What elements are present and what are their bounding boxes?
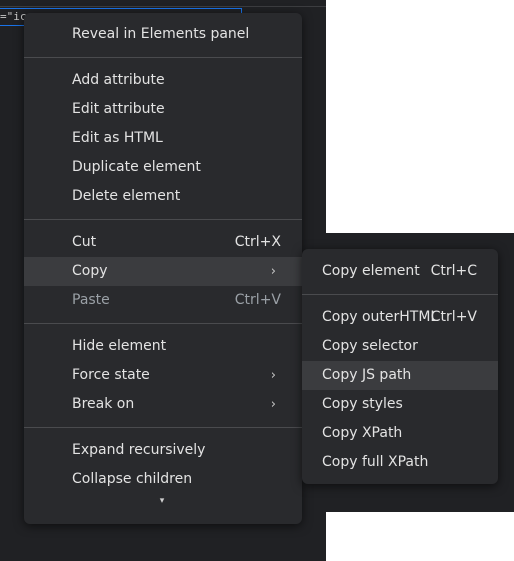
menu-item-label: Collapse children — [72, 471, 193, 487]
context-menu: Reveal in Elements panel Add attribute E… — [24, 13, 302, 524]
menu-item-expand-recursively[interactable]: Expand recursively — [24, 436, 302, 465]
menu-item-reveal-in-elements[interactable]: Reveal in Elements panel — [24, 20, 302, 49]
menu-item-label: Edit as HTML — [72, 130, 163, 146]
menu-item-copy-styles[interactable]: Copy styles — [302, 390, 498, 419]
menu-item-label: Duplicate element — [72, 159, 201, 175]
menu-item-label: Copy outerHTML — [322, 309, 439, 325]
panel-divider — [0, 6, 326, 7]
menu-item-label: Force state — [72, 367, 150, 383]
menu-item-copy-js-path[interactable]: Copy JS path — [302, 361, 498, 390]
menu-item-label: Reveal in Elements panel — [72, 26, 250, 42]
menu-item-label: Copy XPath — [322, 425, 403, 441]
menu-item-label: Copy styles — [322, 396, 403, 412]
menu-item-label: Copy full XPath — [322, 454, 429, 470]
menu-item-copy-element[interactable]: Copy element Ctrl+C — [302, 257, 498, 286]
menu-item-copy-selector[interactable]: Copy selector — [302, 332, 498, 361]
menu-item-copy-xpath[interactable]: Copy XPath — [302, 419, 498, 448]
menu-item-copy-outerhtml[interactable]: Copy outerHTML Ctrl+V — [302, 303, 498, 332]
menu-item-cut[interactable]: Cut Ctrl+X — [24, 228, 302, 257]
menu-item-label: Delete element — [72, 188, 181, 204]
chevron-right-icon: › — [270, 264, 276, 279]
chevron-right-icon: › — [270, 397, 276, 412]
chevron-right-icon: › — [270, 368, 276, 383]
menu-item-edit-as-html[interactable]: Edit as HTML — [24, 124, 302, 153]
menu-item-label: Add attribute — [72, 72, 165, 88]
menu-separator — [24, 57, 302, 58]
menu-item-label: Copy selector — [322, 338, 418, 354]
menu-item-add-attribute[interactable]: Add attribute — [24, 66, 302, 95]
menu-item-label: Copy — [72, 263, 108, 279]
copy-submenu: Copy element Ctrl+C Copy outerHTML Ctrl+… — [302, 249, 498, 484]
menu-item-copy[interactable]: Copy › — [24, 257, 302, 286]
menu-item-label: Cut — [72, 234, 97, 250]
menu-item-hide-element[interactable]: Hide element — [24, 332, 302, 361]
shortcut-label: Ctrl+C — [430, 263, 477, 279]
menu-item-label: Copy element — [322, 263, 420, 279]
shortcut-label: Ctrl+V — [234, 292, 281, 308]
menu-item-break-on[interactable]: Break on › — [24, 390, 302, 419]
menu-item-label: Paste — [72, 292, 110, 308]
menu-item-label: Hide element — [72, 338, 167, 354]
menu-item-collapse-children[interactable]: Collapse children — [24, 465, 302, 494]
shortcut-label: Ctrl+V — [430, 309, 477, 325]
menu-separator — [302, 294, 498, 295]
menu-separator — [24, 427, 302, 428]
menu-item-delete-element[interactable]: Delete element — [24, 182, 302, 211]
shortcut-label: Ctrl+X — [234, 234, 281, 250]
menu-separator — [24, 323, 302, 324]
menu-item-paste: Paste Ctrl+V — [24, 286, 302, 315]
menu-item-edit-attribute[interactable]: Edit attribute — [24, 95, 302, 124]
menu-item-copy-full-xpath[interactable]: Copy full XPath — [302, 448, 498, 477]
menu-item-label: Edit attribute — [72, 101, 165, 117]
scroll-down-icon[interactable]: ▾ — [156, 496, 168, 506]
menu-item-label: Copy JS path — [322, 367, 412, 383]
menu-item-force-state[interactable]: Force state › — [24, 361, 302, 390]
menu-separator — [24, 219, 302, 220]
menu-item-label: Break on — [72, 396, 135, 412]
menu-item-duplicate-element[interactable]: Duplicate element — [24, 153, 302, 182]
menu-item-label: Expand recursively — [72, 442, 206, 458]
